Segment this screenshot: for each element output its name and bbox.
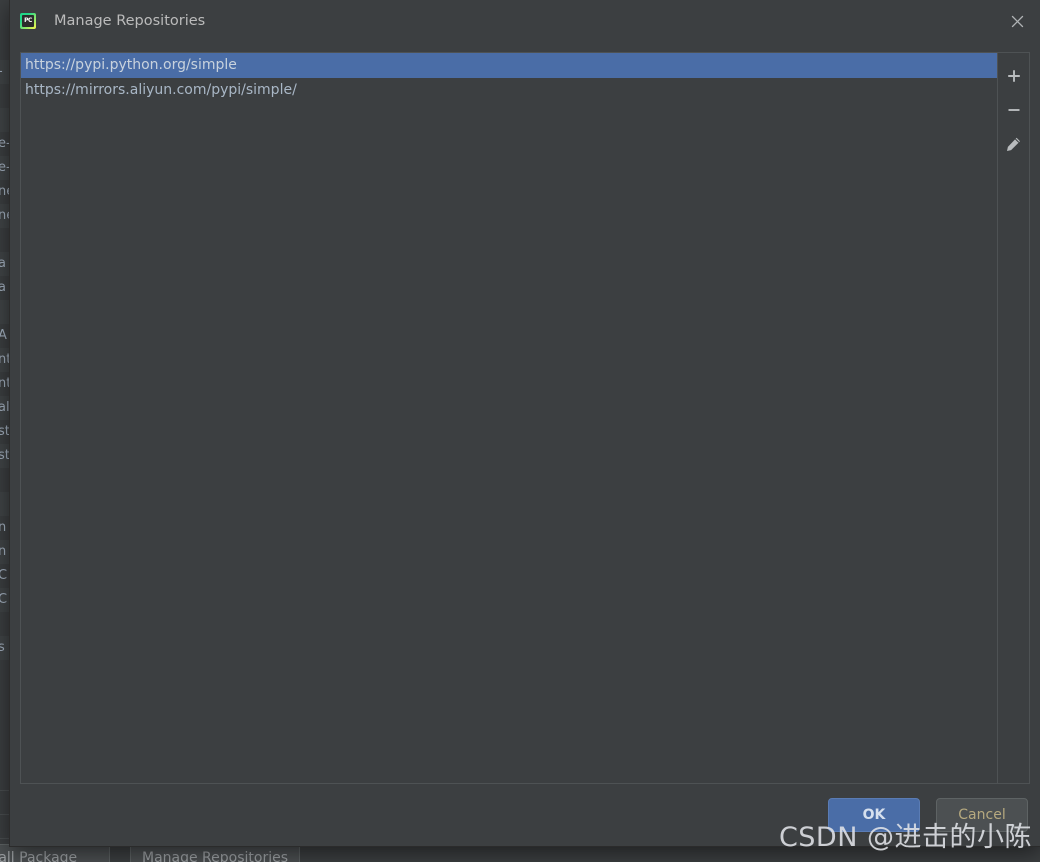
close-button[interactable] (994, 0, 1040, 42)
dialog-body: https://pypi.python.org/simple https://mi… (10, 42, 1040, 784)
dialog-footer: OK Cancel (10, 784, 1040, 846)
background-button-bar: tall Package Manage Repositories (0, 844, 1040, 862)
background-manage-repositories-button[interactable]: Manage Repositories (130, 844, 300, 862)
manage-repositories-dialog: PC Manage Repositories https://pypi.pyth… (10, 0, 1040, 846)
repository-row[interactable]: https://mirrors.aliyun.com/pypi/simple/ (21, 78, 997, 103)
close-icon (1011, 15, 1023, 27)
background-install-package-button[interactable]: tall Package (0, 844, 110, 862)
ok-button[interactable]: OK (828, 798, 920, 832)
dialog-titlebar: PC Manage Repositories (10, 0, 1040, 42)
plus-icon (1007, 70, 1020, 82)
pycharm-icon: PC (20, 13, 36, 29)
pycharm-icon-label: PC (22, 15, 34, 27)
screen: -e-e-neneaaAntntalststnnCCs tall Package… (0, 0, 1040, 862)
edit-repository-button[interactable] (999, 127, 1029, 161)
repository-list[interactable]: https://pypi.python.org/simple https://mi… (20, 52, 998, 784)
cancel-button[interactable]: Cancel (936, 798, 1028, 832)
add-repository-button[interactable] (999, 59, 1029, 93)
repository-row[interactable]: https://pypi.python.org/simple (21, 53, 997, 78)
minus-icon (1008, 109, 1019, 111)
dialog-title: Manage Repositories (54, 13, 206, 29)
repository-toolbar (998, 52, 1030, 784)
remove-repository-button[interactable] (999, 93, 1029, 127)
pencil-icon (1007, 137, 1020, 151)
